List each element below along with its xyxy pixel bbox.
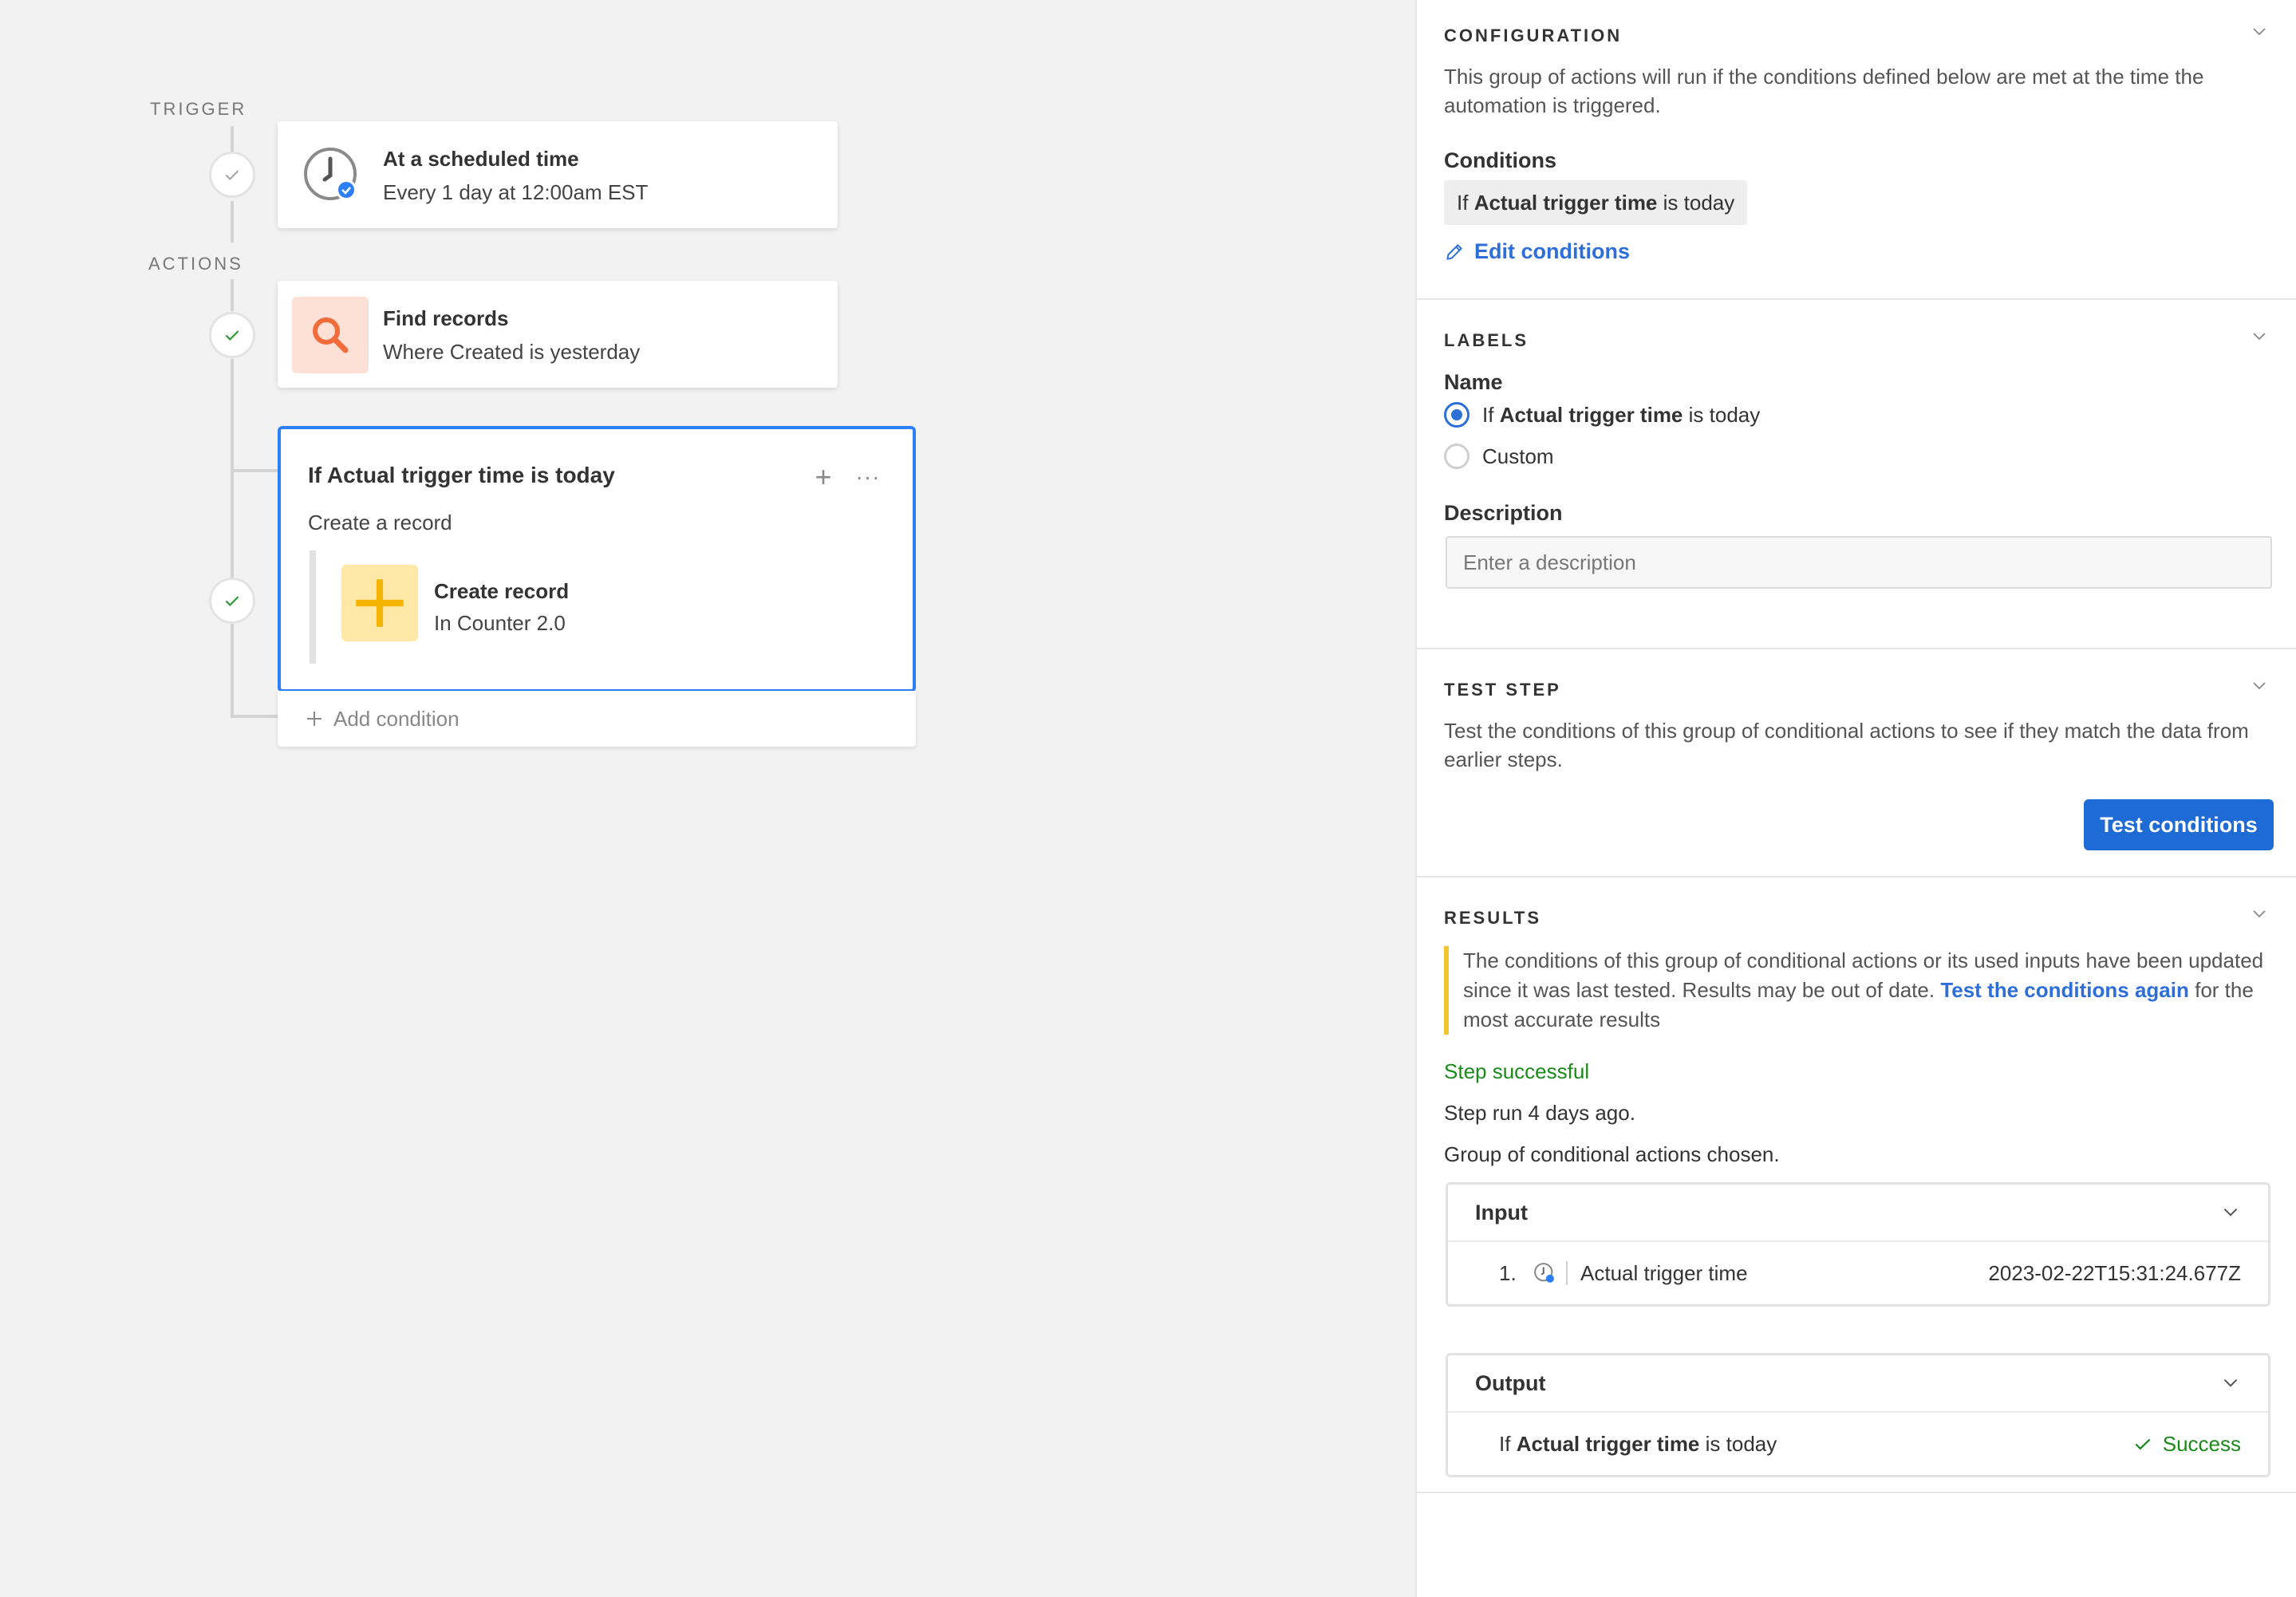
automation-canvas: TRIGGER ACTIONS At a scheduled time Ever… xyxy=(0,0,1415,1597)
results-section: RESULTS The conditions of this group of … xyxy=(1417,877,2296,1493)
test-again-link[interactable]: Test the conditions again xyxy=(1940,978,2189,1002)
output-title: Output xyxy=(1475,1370,1546,1395)
description-input[interactable] xyxy=(1446,536,2272,589)
chevron-down-icon[interactable] xyxy=(2250,905,2269,924)
actions-section-label: ACTIONS xyxy=(148,254,243,274)
flow-connector xyxy=(231,126,234,152)
condition-suffix: is today xyxy=(1663,190,1735,215)
search-icon xyxy=(292,297,369,373)
row-number: 1. xyxy=(1499,1260,1517,1285)
flow-connector xyxy=(231,201,234,243)
condition-card-title: If Actual trigger time is today xyxy=(308,463,615,487)
results-heading: RESULTS xyxy=(1444,908,1542,928)
success-label: Success xyxy=(2162,1431,2241,1456)
output-row: If Actual trigger time is today Success xyxy=(1448,1413,2268,1475)
create-record-title[interactable]: Create record xyxy=(434,579,569,604)
name-label: Name xyxy=(1444,370,1503,394)
flow-connector xyxy=(231,715,278,718)
step-chosen: Group of conditional actions chosen. xyxy=(1444,1142,1780,1166)
add-action-button[interactable]: + xyxy=(807,461,839,493)
edit-conditions-link[interactable]: Edit conditions xyxy=(1444,239,1630,264)
add-condition-label: Add condition xyxy=(333,706,460,731)
clock-icon xyxy=(1534,1263,1554,1283)
test-conditions-button[interactable]: Test conditions xyxy=(2084,799,2274,850)
description-label: Description xyxy=(1444,501,1563,525)
condition-field: Actual trigger time xyxy=(1473,190,1658,215)
radio-custom-label: Custom xyxy=(1482,444,1554,468)
flow-connector xyxy=(231,279,234,311)
output-header[interactable]: Output xyxy=(1448,1355,2268,1413)
input-value: 2023-02-22T15:31:24.677Z xyxy=(1988,1260,2241,1285)
name-suffix: is today xyxy=(1688,402,1761,427)
find-records-check-icon xyxy=(209,312,255,358)
name-prefix: If xyxy=(1482,402,1494,427)
input-title: Input xyxy=(1475,1200,1528,1224)
input-header[interactable]: Input xyxy=(1448,1185,2268,1242)
flow-connector xyxy=(231,469,278,472)
configuration-heading: CONFIGURATION xyxy=(1444,26,1623,45)
step-status: Step successful xyxy=(1444,1059,1590,1083)
trigger-check-icon xyxy=(209,152,255,198)
labels-section: LABELS Name If Actual trigger time is to… xyxy=(1417,300,2296,649)
row-divider xyxy=(1566,1261,1568,1285)
trigger-card-title: At a scheduled time xyxy=(383,147,579,171)
chevron-down-icon[interactable] xyxy=(2220,1373,2241,1394)
conditions-label: Conditions xyxy=(1444,148,1556,172)
condition-prefix: If xyxy=(1457,190,1469,215)
out-of-date-warning: The conditions of this group of conditio… xyxy=(1444,946,2266,1035)
output-panel: Output If Actual trigger time is today S… xyxy=(1446,1353,2270,1477)
check-icon xyxy=(2135,1438,2151,1450)
edit-conditions-label: Edit conditions xyxy=(1474,239,1630,263)
configuration-description: This group of actions will run if the co… xyxy=(1444,65,2204,117)
step-run-time: Step run 4 days ago. xyxy=(1444,1101,1635,1125)
radio-button-selected[interactable] xyxy=(1444,402,1470,428)
trigger-card-subtitle: Every 1 day at 12:00am EST xyxy=(383,180,649,204)
find-records-subtitle: Where Created is yesterday xyxy=(383,340,641,364)
radio-custom-name[interactable]: Custom xyxy=(1444,444,1554,469)
trigger-card[interactable]: At a scheduled time Every 1 day at 12:00… xyxy=(278,121,838,228)
test-step-heading: TEST STEP xyxy=(1444,680,1561,700)
input-row: 1. Actual trigger time 2023-02-22T15:31:… xyxy=(1448,1242,2268,1304)
radio-default-name[interactable]: If Actual trigger time is today xyxy=(1444,402,1760,428)
radio-button[interactable] xyxy=(1444,444,1470,469)
condition-summary: If Actual trigger time is today xyxy=(1444,180,1748,225)
chevron-down-icon[interactable] xyxy=(2220,1202,2241,1223)
more-options-button[interactable]: ··· xyxy=(852,461,884,493)
find-records-card[interactable]: Find records Where Created is yesterday xyxy=(278,281,838,388)
chevron-down-icon[interactable] xyxy=(2250,676,2269,696)
conditional-group-card[interactable]: If Actual trigger time is today + ··· Cr… xyxy=(278,426,916,692)
input-label: Actual trigger time xyxy=(1580,1260,1748,1285)
input-panel: Input 1. Actual trigger time 2023-02-22T… xyxy=(1446,1182,2270,1307)
pencil-icon xyxy=(1446,243,1462,260)
create-record-subtitle: In Counter 2.0 xyxy=(434,611,566,635)
test-step-section: TEST STEP Test the conditions of this gr… xyxy=(1417,649,2296,877)
radio-default-label: If Actual trigger time is today xyxy=(1482,403,1760,428)
flow-connector xyxy=(231,359,234,718)
config-panel: CONFIGURATION This group of actions will… xyxy=(1415,0,2296,1597)
output-suffix: is today xyxy=(1705,1431,1777,1456)
find-records-title: Find records xyxy=(383,306,509,330)
trigger-section-label: TRIGGER xyxy=(150,99,247,119)
chevron-down-icon[interactable] xyxy=(2250,22,2269,41)
name-field: Actual trigger time xyxy=(1499,402,1683,427)
configuration-section: CONFIGURATION This group of actions will… xyxy=(1417,0,2296,300)
add-condition-button[interactable]: Add condition xyxy=(278,691,916,747)
clock-icon xyxy=(292,136,369,212)
chevron-down-icon[interactable] xyxy=(2250,327,2269,346)
output-status: Success xyxy=(2132,1432,2241,1457)
plus-icon xyxy=(341,565,418,641)
output-prefix: If xyxy=(1499,1431,1511,1456)
nested-action-bar xyxy=(310,550,316,664)
condition-check-icon xyxy=(209,578,255,624)
condition-card-subtitle: Create a record xyxy=(308,511,452,534)
test-step-description: Test the conditions of this group of con… xyxy=(1444,719,2249,771)
output-field: Actual trigger time xyxy=(1516,1431,1700,1456)
plus-icon xyxy=(307,712,322,726)
labels-heading: LABELS xyxy=(1444,330,1529,350)
output-condition: If Actual trigger time is today xyxy=(1499,1432,1777,1457)
